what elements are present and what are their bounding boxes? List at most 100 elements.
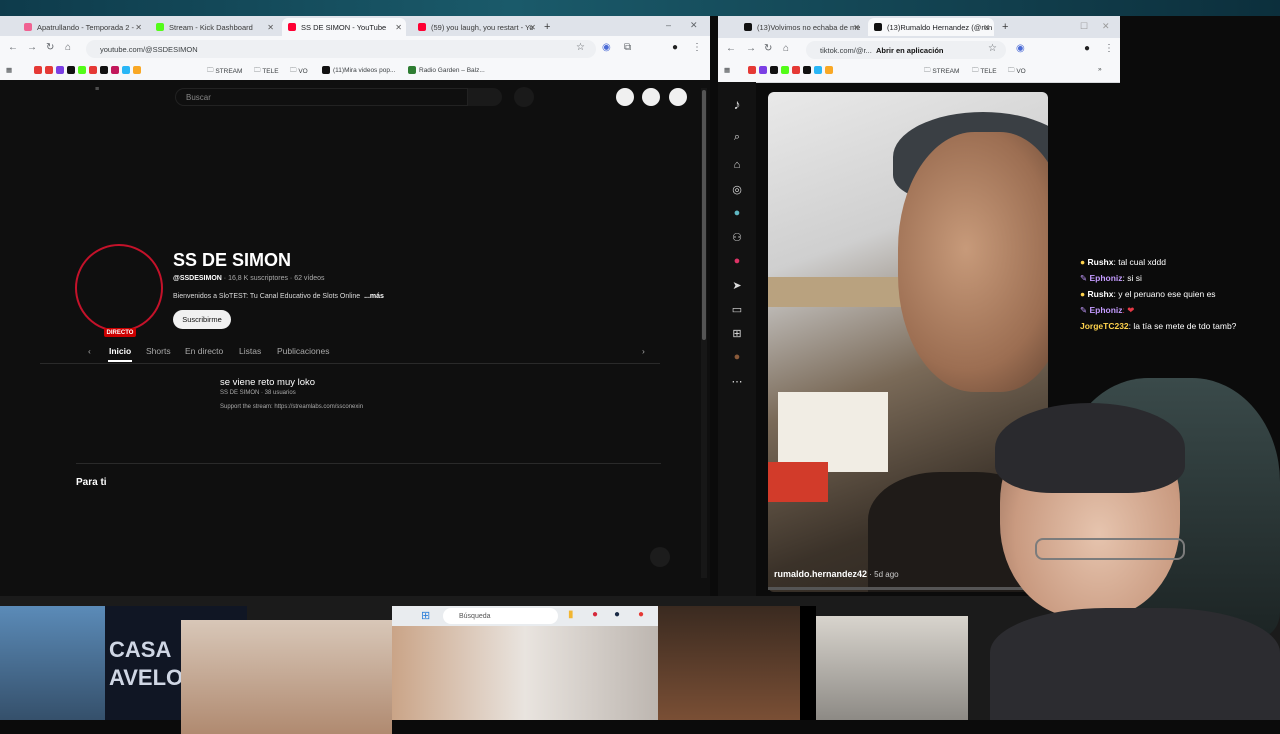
divider [76,463,661,464]
more-link[interactable]: ...más [364,293,384,300]
send-icon[interactable]: ➤ [729,277,745,293]
menu-icon[interactable]: ⋮ [692,42,702,53]
browser-tab-active[interactable]: SS DE SIMON - YouTube ✕ [282,18,406,36]
background-box [768,462,828,502]
profile-icon[interactable]: ● [729,349,745,365]
browser-tab-active[interactable]: (13)Rumaldo Hernandez (@run ✕ [868,18,994,36]
tiktok-logo-icon[interactable]: ♪ [729,96,745,112]
home-icon[interactable]: ⌂ [783,43,789,54]
close-tab-icon[interactable]: ✕ [135,23,142,32]
search-icon[interactable]: ⌕ [729,129,745,145]
reload-icon[interactable]: ↻ [46,42,54,53]
menu-icon[interactable]: ⋮ [1104,43,1114,54]
url-text: tiktok.com/@r... [820,45,872,55]
audio-icon[interactable]: ◉ [602,42,611,53]
tab-en-directo[interactable]: En directo [185,346,223,356]
url-field[interactable]: youtube.com/@SSDESIMON [86,40,596,58]
home-icon[interactable]: ⌂ [65,42,71,53]
browser-tab[interactable]: (59) you laugh, you restart - Yo ✕ [412,18,540,36]
tiktok-sidebar: ♪ ⌕ ⌂ ◎ ● ⚇ ● ➤ ▭ ⊞ ● ⋯ [718,82,756,596]
bookmark-folder[interactable]: 🗀 VO [1008,66,1026,77]
bookmark-icon[interactable] [34,66,144,74]
bookmark-folder[interactable]: 🗀 TELE [254,66,279,77]
channel-stats: · 16,8 K suscriptores · 62 vídeos [221,275,325,282]
profile-avatar[interactable]: ● [672,42,678,53]
channel-description[interactable]: Bienvenidos a SloTEST: Tu Canal Educativ… [173,293,384,300]
close-tab-icon[interactable]: ✕ [267,23,274,32]
minimize-icon[interactable]: – [666,20,671,30]
live-video-title[interactable]: se viene reto muy loko [220,377,315,388]
back-icon[interactable]: ← [8,42,18,53]
app-icon[interactable]: ● [592,609,598,620]
channel-avatar[interactable] [75,244,163,332]
windows-start-icon[interactable]: ⊞ [421,609,430,622]
close-window-icon[interactable]: ✕ [690,20,698,31]
tab-listas[interactable]: Listas [239,346,261,356]
create-icon[interactable] [616,88,634,106]
tab-publicaciones[interactable]: Publicaciones [277,346,329,356]
tab-inicio[interactable]: Inicio [109,346,131,356]
open-in-app-button[interactable]: Abrir en aplicación [876,46,944,55]
taskbar-search[interactable]: Búsqueda [443,608,558,624]
account-avatar[interactable] [669,88,687,106]
subscribe-button[interactable]: Suscribirme [173,310,231,329]
tab-next-icon[interactable]: › [642,346,645,356]
chrome-icon[interactable]: ● [638,609,644,620]
close-tab-icon[interactable]: ✕ [529,23,536,32]
tab-prev-icon[interactable]: ‹ [88,346,91,356]
live-icon[interactable]: ● [729,253,745,269]
scrollbar-thumb[interactable] [702,90,706,340]
audio-icon[interactable]: ◉ [1016,43,1025,54]
tiktok-favicon-icon [874,23,882,31]
forward-icon[interactable]: → [27,42,37,53]
apps-icon[interactable]: ▦ [6,66,12,74]
apps-icon[interactable]: ▦ [724,66,730,74]
profile-avatar[interactable]: ● [1084,43,1090,54]
bookmark-folder[interactable]: 🗀 TELE [972,66,997,77]
tab-strip: Apatrullando - Temporada 2 - ✕ Stream - … [0,16,710,36]
tab-shorts[interactable]: Shorts [146,346,171,356]
upload-icon[interactable]: ⊞ [729,325,745,341]
home-icon[interactable]: ⌂ [729,157,745,173]
bookmark-folder[interactable]: 🗀 STREAM [207,66,242,77]
reload-icon[interactable]: ↻ [764,43,772,54]
close-tab-icon[interactable]: ✕ [983,23,990,32]
more-icon[interactable]: ⋯ [729,373,745,389]
bookmark-link[interactable]: (11)Mira videos pop... [322,66,395,74]
close-window-icon[interactable]: ✕ [1102,21,1110,32]
more-bookmarks-icon[interactable]: » [1098,66,1102,73]
url-field[interactable]: tiktok.com/@r... Abrir en aplicación [806,41,1006,59]
forward-icon[interactable]: → [746,43,756,54]
tab-favicon-icon [288,23,296,31]
friends-icon[interactable]: ⚇ [729,229,745,245]
steam-icon[interactable]: ● [614,609,620,620]
streamer-shirt [990,608,1280,720]
browser-tab[interactable]: (13)Volvimos no echaba de me ✕ [738,18,864,36]
notifications-icon[interactable] [642,88,660,106]
messages-icon[interactable]: ▭ [729,301,745,317]
following-avatar-icon[interactable]: ● [729,205,745,221]
folder-icon[interactable]: ▮ [568,609,574,620]
browser-tab[interactable]: Stream - Kick Dashboard ✕ [150,18,278,36]
extensions-icon[interactable]: ⧉ [624,42,631,53]
bookmark-folder[interactable]: 🗀 VO [290,66,308,77]
mic-button[interactable] [514,87,534,107]
explore-icon[interactable]: ◎ [729,181,745,197]
bookmark-link[interactable]: Radio Garden – Balz... [408,66,485,74]
author-username: rumaldo.hernandez42 [774,569,868,579]
video-author[interactable]: rumaldo.hernandez42 · 5d ago [774,569,899,579]
browser-tab[interactable]: Apatrullando - Temporada 2 - ✕ [18,18,146,36]
bookmark-star-icon[interactable]: ☆ [576,42,585,53]
maximize-icon[interactable]: ☐ [1080,21,1088,32]
close-tab-icon[interactable]: ✕ [853,23,860,32]
back-icon[interactable]: ← [726,43,736,54]
bookmark-folder[interactable]: 🗀 STREAM [924,66,959,77]
bookmark-icon[interactable] [748,66,836,74]
new-tab-button[interactable]: + [1002,18,1016,36]
search-button[interactable] [468,88,502,106]
bookmark-star-icon[interactable]: ☆ [988,43,997,54]
search-input[interactable]: Buscar [175,88,468,106]
youtube-logo[interactable]: ≡ [95,86,99,93]
close-tab-icon[interactable]: ✕ [395,23,402,32]
new-tab-button[interactable]: + [544,18,558,36]
